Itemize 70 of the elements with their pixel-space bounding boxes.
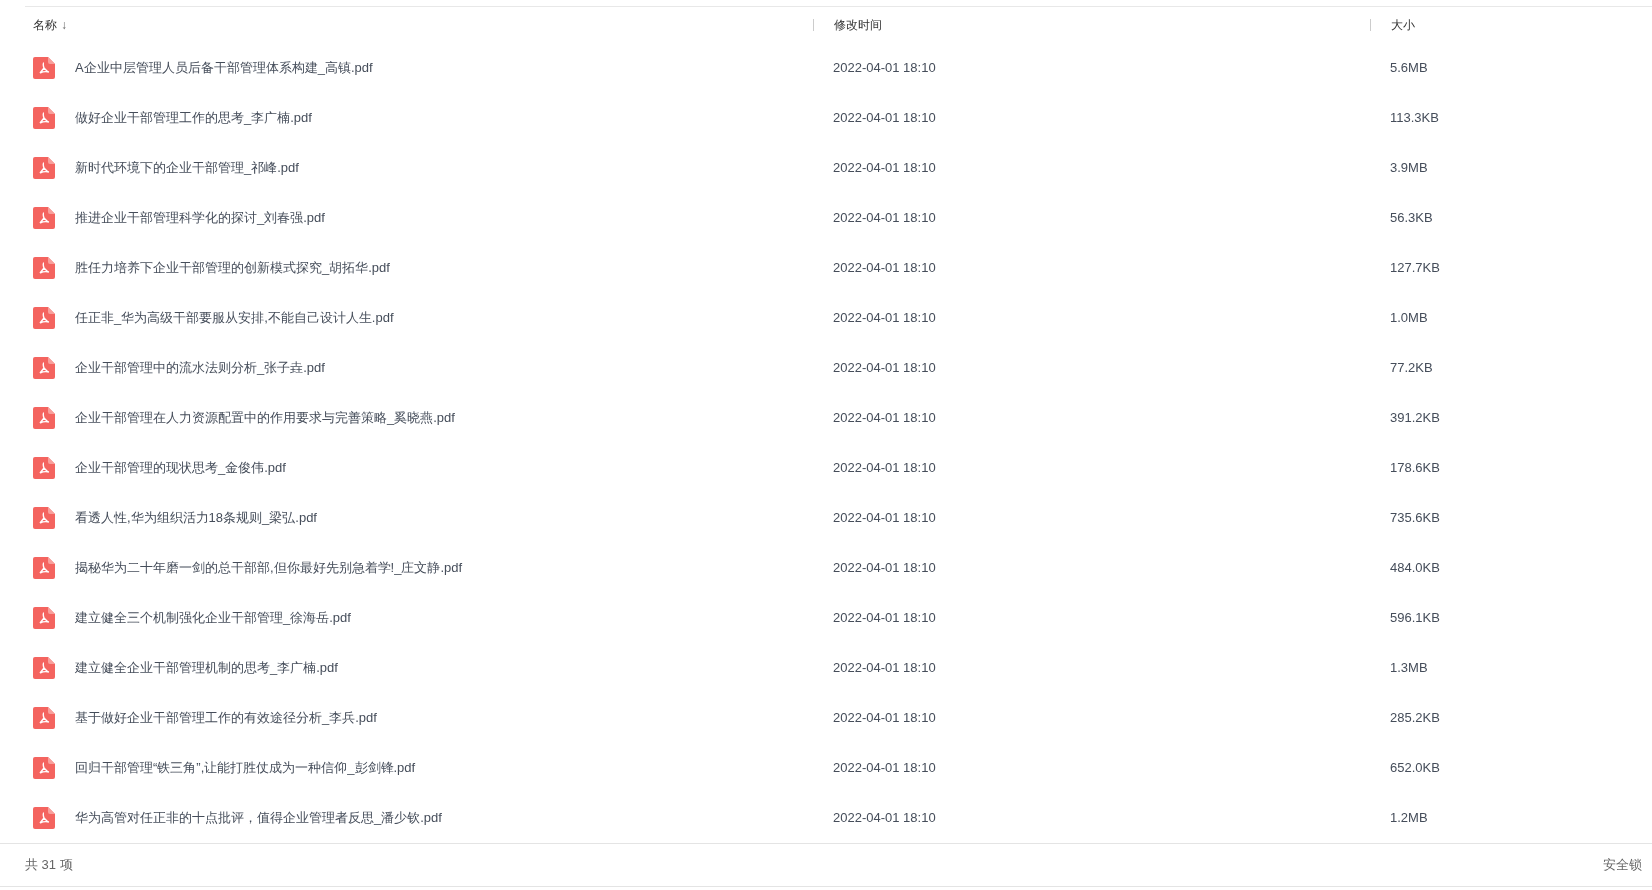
file-size: 1.3MB xyxy=(1390,659,1428,678)
pdf-file-icon xyxy=(33,207,55,229)
column-header[interactable]: 名称 xyxy=(33,16,57,34)
file-size: 652.0KB xyxy=(1390,759,1440,778)
pdf-file-icon xyxy=(33,307,55,329)
file-size: 56.3KB xyxy=(1390,209,1433,228)
file-size: 1.0MB xyxy=(1390,309,1428,328)
pdf-file-icon xyxy=(33,257,55,279)
file-size: 127.7KB xyxy=(1390,259,1440,278)
pdf-file-icon xyxy=(33,157,55,179)
file-name[interactable]: 任正非_华为高级干部要服从安排,不能自己设计人生.pdf xyxy=(75,308,394,328)
file-name[interactable]: 华为高管对任正非的十点批评，值得企业管理者反思_潘少钦.pdf xyxy=(75,808,442,828)
modified-time: 2022-04-01 18:10 xyxy=(833,209,936,228)
file-name[interactable]: 揭秘华为二十年磨一剑的总干部部,但你最好先别急着学!_庄文静.pdf xyxy=(75,558,463,578)
pdf-file-icon xyxy=(33,57,55,79)
column-header[interactable]: 修改时间 xyxy=(834,16,882,34)
pdf-file-icon xyxy=(33,357,55,379)
file-name[interactable]: 回归干部管理“铁三角”,让能打胜仗成为一种信仰_彭剑锋.pdf xyxy=(75,758,416,778)
file-name[interactable]: 建立健全三个机制强化企业干部管理_徐海岳.pdf xyxy=(75,608,351,628)
file-name[interactable]: 推进企业干部管理科学化的探讨_刘春强.pdf xyxy=(75,208,325,228)
modified-time: 2022-04-01 18:10 xyxy=(833,409,936,428)
file-name[interactable]: 企业干部管理在人力资源配置中的作用要求与完善策略_奚晓燕.pdf xyxy=(75,408,455,428)
file-name[interactable]: 新时代环境下的企业干部管理_祁峰.pdf xyxy=(75,158,299,178)
file-size: 3.9MB xyxy=(1390,159,1428,178)
modified-time: 2022-04-01 18:10 xyxy=(833,259,936,278)
modified-time: 2022-04-01 18:10 xyxy=(833,609,936,628)
file-size: 178.6KB xyxy=(1390,459,1440,478)
file-name[interactable]: 企业干部管理的现状思考_金俊伟.pdf xyxy=(75,458,286,478)
pdf-file-icon xyxy=(33,107,55,129)
file-name[interactable]: 企业干部管理中的流水法则分析_张子垚.pdf xyxy=(75,358,325,378)
file-size: 596.1KB xyxy=(1390,609,1440,628)
file-size: 77.2KB xyxy=(1390,359,1433,378)
modified-time: 2022-04-01 18:10 xyxy=(833,559,936,578)
pdf-file-icon xyxy=(33,657,55,679)
modified-time: 2022-04-01 18:10 xyxy=(833,659,936,678)
pdf-file-icon xyxy=(33,757,55,779)
file-name[interactable]: 胜任力培养下企业干部管理的创新模式探究_胡拓华.pdf xyxy=(75,258,390,278)
file-name[interactable]: 做好企业干部管理工作的思考_李广楠.pdf xyxy=(75,108,312,128)
column-header[interactable]: 大小 xyxy=(1391,16,1415,34)
item-count: 共 31 项 xyxy=(25,856,73,875)
modified-time: 2022-04-01 18:10 xyxy=(833,109,936,128)
modified-time: 2022-04-01 18:10 xyxy=(833,159,936,178)
file-size: 285.2KB xyxy=(1390,709,1440,728)
modified-time: 2022-04-01 18:10 xyxy=(833,759,936,778)
modified-time: 2022-04-01 18:10 xyxy=(833,459,936,478)
modified-time: 2022-04-01 18:10 xyxy=(833,809,936,828)
file-name[interactable]: 基于做好企业干部管理工作的有效途径分析_李兵.pdf xyxy=(75,708,377,728)
file-size: 5.6MB xyxy=(1390,59,1428,78)
file-size: 1.2MB xyxy=(1390,809,1428,828)
file-name[interactable]: 看透人性,华为组织活力18条规则_梁弘.pdf xyxy=(75,508,317,528)
file-size: 391.2KB xyxy=(1390,409,1440,428)
modified-time: 2022-04-01 18:10 xyxy=(833,359,936,378)
sort-icon[interactable]: ↓ xyxy=(61,16,67,34)
file-size: 113.3KB xyxy=(1390,109,1439,128)
modified-time: 2022-04-01 18:10 xyxy=(833,509,936,528)
file-size: 484.0KB xyxy=(1390,559,1440,578)
pdf-file-icon xyxy=(33,507,55,529)
file-name[interactable]: A企业中层管理人员后备干部管理体系构建_高镇.pdf xyxy=(75,58,373,78)
lock-link[interactable]: 安全锁 xyxy=(1603,855,1642,875)
pdf-file-icon xyxy=(33,707,55,729)
modified-time: 2022-04-01 18:10 xyxy=(833,709,936,728)
pdf-file-icon xyxy=(33,807,55,829)
pdf-file-icon xyxy=(33,457,55,479)
modified-time: 2022-04-01 18:10 xyxy=(833,59,936,78)
pdf-file-icon xyxy=(33,407,55,429)
modified-time: 2022-04-01 18:10 xyxy=(833,309,936,328)
pdf-file-icon xyxy=(33,607,55,629)
file-size: 735.6KB xyxy=(1390,509,1440,528)
file-name[interactable]: 建立健全企业干部管理机制的思考_李广楠.pdf xyxy=(75,658,338,678)
pdf-file-icon xyxy=(33,557,55,579)
